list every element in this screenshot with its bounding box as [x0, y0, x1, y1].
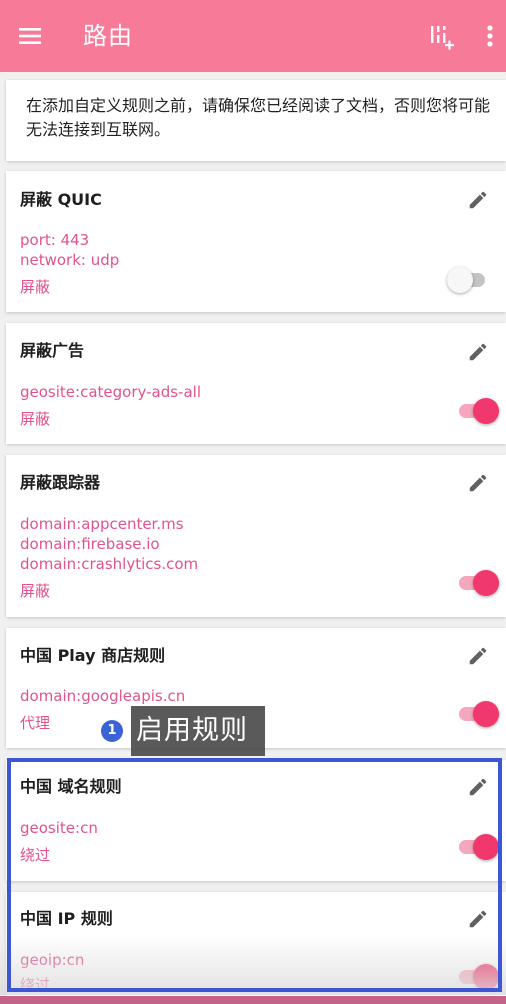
rule-condition-line: domain:googleapis.cn [20, 687, 186, 705]
page-title: 路由 [83, 22, 133, 50]
rule-enable-toggle[interactable] [455, 699, 499, 729]
notice-card: 在添加自定义规则之前，请确保您已经阅读了文档，否则您将可能无法连接到互联网。 [6, 80, 506, 161]
rule-title: 屏蔽跟踪器 [20, 473, 101, 492]
rule-card-block-quic[interactable]: 屏蔽 QUIC port: 443 network: udp 屏蔽 [6, 171, 506, 312]
rule-enable-toggle[interactable] [447, 265, 491, 295]
step-badge: 1 [101, 720, 123, 742]
edit-icon[interactable] [467, 645, 489, 667]
rule-card-china-domain[interactable]: 中国 域名规则 geosite:cn 绕过 [6, 760, 506, 881]
rule-title: 屏蔽 QUIC [20, 190, 102, 209]
rule-enable-toggle[interactable] [455, 396, 499, 426]
rule-action: 代理 [20, 714, 51, 732]
edit-icon[interactable] [467, 908, 489, 930]
rule-card-block-trackers[interactable]: 屏蔽跟踪器 domain:appcenter.ms domain:firebas… [6, 455, 506, 617]
rule-enable-toggle[interactable] [455, 832, 499, 862]
rule-title: 中国 Play 商店规则 [20, 646, 166, 665]
rule-card-china-ip[interactable]: 中国 IP 规则 geoip:cn 绕过 [6, 892, 506, 1004]
rule-condition-line: geosite:cn [20, 819, 98, 837]
notice-text: 在添加自定义规则之前，请确保您已经阅读了文档，否则您将可能无法连接到互联网。 [26, 96, 491, 139]
rule-condition-line: domain:appcenter.ms [20, 515, 184, 533]
rule-action: 屏蔽 [20, 582, 51, 600]
rule-title: 屏蔽广告 [20, 341, 85, 360]
edit-icon[interactable] [467, 776, 489, 798]
rule-condition-line: domain:firebase.io [20, 535, 160, 553]
rule-action: 绕过 [20, 846, 51, 864]
rule-title: 中国 IP 规则 [20, 909, 113, 928]
rule-title: 中国 域名规则 [20, 777, 122, 796]
edit-icon[interactable] [467, 189, 489, 211]
more-vert-icon[interactable] [480, 24, 500, 48]
app-bar: 路由 [0, 0, 506, 72]
rule-action: 绕过 [20, 976, 51, 994]
rule-condition-line: port: 443 [20, 231, 90, 249]
edit-icon[interactable] [467, 341, 489, 363]
rule-condition-line: domain:crashlytics.com [20, 555, 199, 573]
rule-action: 屏蔽 [20, 410, 51, 428]
rule-card-block-ads[interactable]: 屏蔽广告 geosite:category-ads-all 屏蔽 [6, 323, 506, 444]
rule-filter-icon[interactable] [428, 23, 456, 51]
hamburger-menu-icon[interactable] [18, 24, 42, 48]
rule-condition-line: geoip:cn [20, 951, 85, 969]
rule-action: 屏蔽 [20, 278, 51, 296]
rule-condition-line: geosite:category-ads-all [20, 383, 201, 401]
bottom-edge-strip [0, 996, 506, 1004]
rule-enable-toggle[interactable] [455, 568, 499, 598]
tooltip-label: 启用规则 [131, 706, 265, 756]
rule-condition-line: network: udp [20, 251, 120, 269]
edit-icon[interactable] [467, 472, 489, 494]
rule-enable-toggle[interactable] [455, 962, 499, 992]
